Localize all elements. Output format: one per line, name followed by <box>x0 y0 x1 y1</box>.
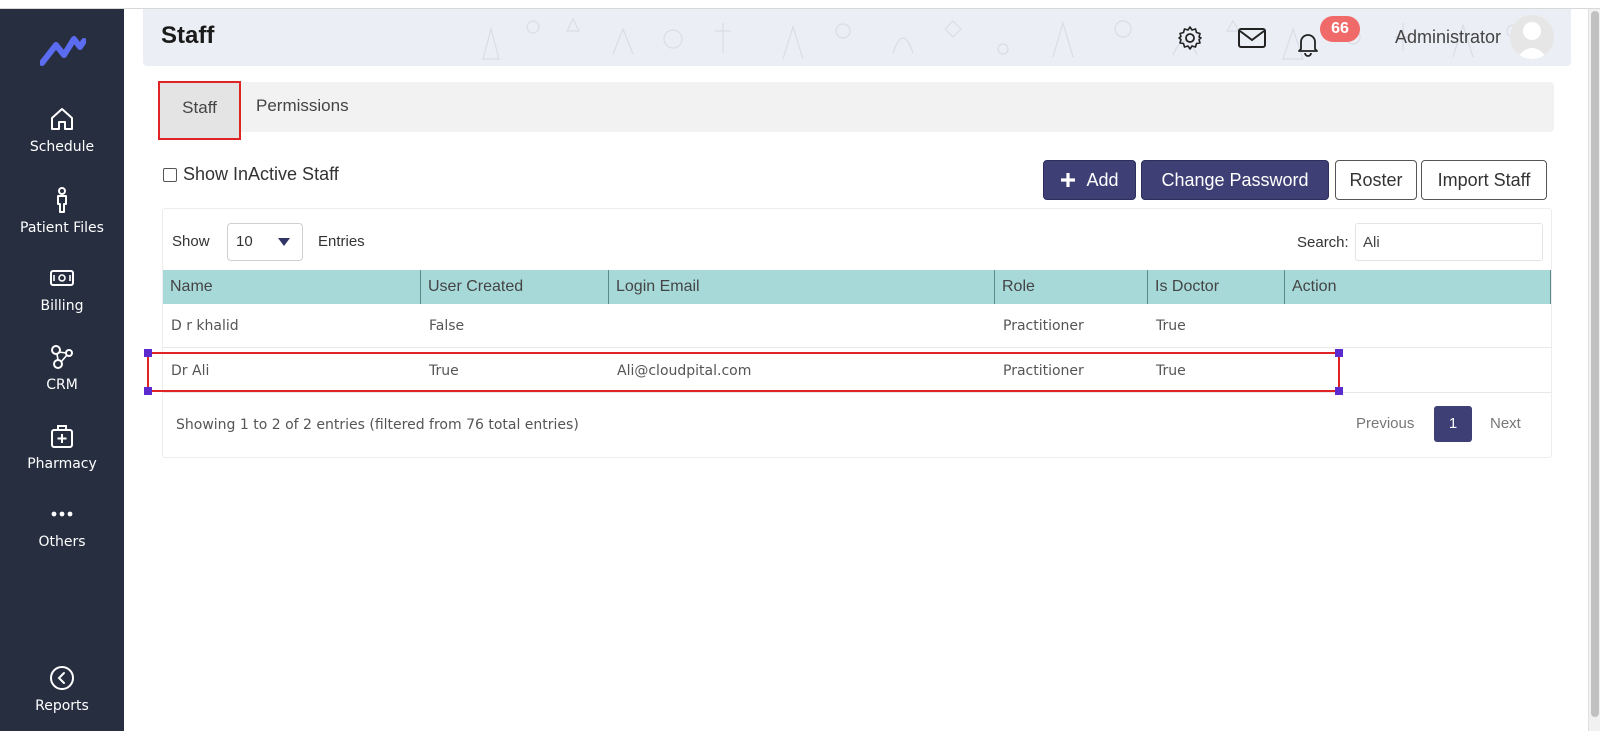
column-header-login-email[interactable]: Login Email <box>609 270 995 304</box>
sidebar-item-others[interactable]: Others <box>0 500 124 550</box>
cell-role: Practitioner <box>1003 363 1084 379</box>
selection-handle[interactable] <box>144 387 152 395</box>
notification-badge[interactable]: 66 <box>1320 16 1360 42</box>
tab-permissions[interactable]: Permissions <box>256 82 349 132</box>
caret-down-icon <box>278 238 290 246</box>
column-header-name[interactable]: Name <box>163 270 421 304</box>
show-inactive-checkbox[interactable] <box>163 167 177 182</box>
table-info: Showing 1 to 2 of 2 entries (filtered fr… <box>176 417 579 433</box>
page-scrollbar[interactable] <box>1588 9 1600 731</box>
search-label: Search: <box>1297 234 1349 251</box>
sidebar-item-label: Reports <box>35 698 89 714</box>
cell-action[interactable] <box>1285 304 1551 348</box>
column-header-action[interactable]: Action <box>1285 270 1551 304</box>
sidebar-item-label: CRM <box>46 377 78 393</box>
page-size-select[interactable]: 10 <box>227 223 303 261</box>
sidebar-item-pharmacy[interactable]: Pharmacy <box>0 422 124 472</box>
medical-bag-icon <box>51 425 73 448</box>
cell-is-doctor: True <box>1156 318 1186 334</box>
ellipsis-icon <box>51 511 73 517</box>
sidebar-item-label: Schedule <box>29 139 95 155</box>
show-inactive-label: Show InActive Staff <box>183 164 339 184</box>
sidebar-item-patient-files[interactable]: Patient Files <box>0 186 124 236</box>
table-header: Name User Created Login Email Role Is Do… <box>163 270 1551 304</box>
pagination-page-1[interactable]: 1 <box>1434 406 1472 442</box>
search-input[interactable] <box>1355 223 1543 261</box>
user-avatar-icon <box>1516 22 1548 59</box>
user-name[interactable]: Administrator <box>1395 27 1501 48</box>
cell-action[interactable] <box>1285 349 1551 393</box>
column-header-role[interactable]: Role <box>995 270 1148 304</box>
sidebar-item-label: Pharmacy <box>27 456 97 472</box>
tab-bar: Staff Permissions <box>158 81 1554 140</box>
plus-icon <box>1061 173 1076 187</box>
sidebar-item-label: Patient Files <box>20 220 104 236</box>
sidebar-item-reports[interactable]: Reports <box>0 664 124 714</box>
add-label: Add <box>1086 169 1119 190</box>
money-icon <box>50 270 74 286</box>
import-staff-button[interactable]: Import Staff <box>1421 160 1547 200</box>
cell-user-created: True <box>429 363 459 379</box>
table-row[interactable]: D r khalid False Practitioner True <box>163 304 1551 348</box>
column-header-is-doctor[interactable]: Is Doctor <box>1148 270 1285 304</box>
sidebar-item-label: Billing <box>40 298 84 314</box>
table-row[interactable]: Dr Ali True Ali@cloudpital.com Practitio… <box>163 349 1551 393</box>
sidebar-item-label: Others <box>38 534 86 550</box>
bell-icon[interactable] <box>1295 31 1321 57</box>
page-title: Staff <box>161 22 215 49</box>
gear-icon[interactable] <box>1177 25 1203 51</box>
cell-login-email: Ali@cloudpital.com <box>617 363 752 379</box>
chevron-left-circle-icon <box>50 666 74 690</box>
scrollbar-thumb[interactable] <box>1591 11 1599 717</box>
selection-handle[interactable] <box>144 349 152 357</box>
page-header: Staff 66 Administrator <box>143 9 1571 66</box>
sidebar: Schedule Patient Files Billing CRM Pharm… <box>0 9 124 731</box>
show-label: Show <box>172 233 210 250</box>
page-size-value: 10 <box>236 233 253 250</box>
pagination-previous[interactable]: Previous <box>1356 406 1414 442</box>
entries-label: Entries <box>318 233 365 250</box>
show-inactive-toggle[interactable]: Show InActive Staff <box>163 164 339 185</box>
home-icon <box>51 108 73 130</box>
mail-icon[interactable] <box>1237 25 1267 51</box>
cell-user-created: False <box>429 318 465 334</box>
add-staff-button[interactable]: Add <box>1043 160 1136 200</box>
change-password-button[interactable]: Change Password <box>1141 160 1329 200</box>
avatar[interactable] <box>1510 15 1554 59</box>
sidebar-item-crm[interactable]: CRM <box>0 343 124 393</box>
network-icon <box>51 345 73 369</box>
cell-name: Dr Ali <box>171 363 210 379</box>
sidebar-item-schedule[interactable]: Schedule <box>0 105 124 155</box>
sidebar-item-billing[interactable]: Billing <box>0 264 124 314</box>
column-header-user-created[interactable]: User Created <box>421 270 609 304</box>
person-icon <box>57 187 67 213</box>
browser-top-edge <box>0 0 1600 9</box>
roster-button[interactable]: Roster <box>1335 160 1417 200</box>
cell-name: D r khalid <box>171 318 239 334</box>
staff-table-card: Show 10 Entries Search: Name User Create… <box>162 208 1552 458</box>
cell-role: Practitioner <box>1003 318 1084 334</box>
app-logo-icon[interactable] <box>40 29 86 69</box>
pagination-next[interactable]: Next <box>1490 406 1521 442</box>
tab-staff[interactable]: Staff <box>158 81 241 140</box>
cell-is-doctor: True <box>1156 363 1186 379</box>
cell-login-email <box>609 304 995 348</box>
